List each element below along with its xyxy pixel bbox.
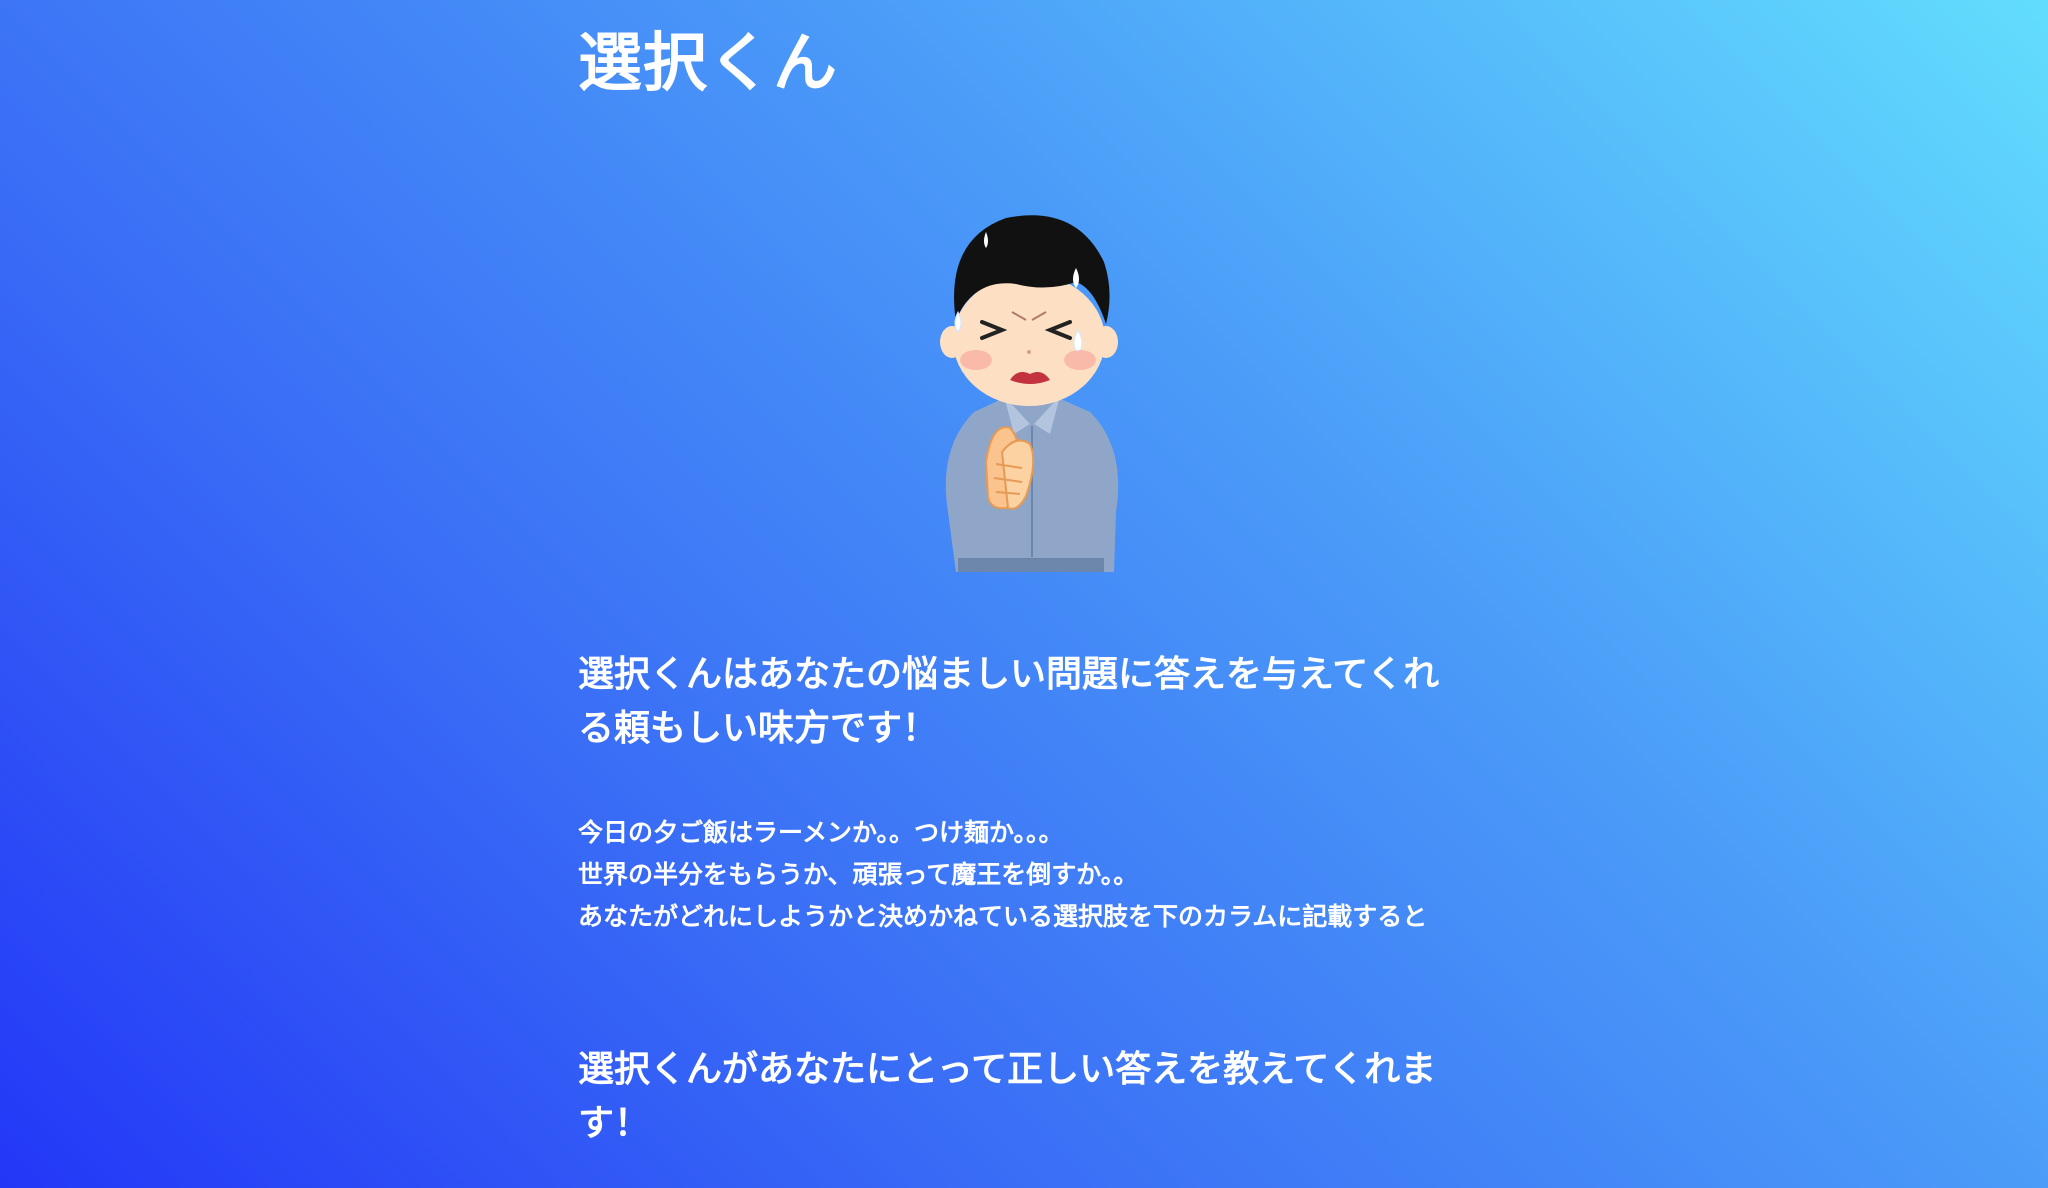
closing-message: 選択くんがあなたにとって正しい答えを教えてくれます！ [578,1049,1437,1144]
app-title: 選択くん [578,27,838,101]
worried-praying-man-icon [926,212,1136,576]
tagline: 選択くんはあなたの悩ましい問題に答えを与えてくれる頼もしい味方です！ [578,654,1440,749]
description: 今日の夕ご飯はラーメンか。。つけ麺か。。。 世界の半分をもらうか、頑張って魔王を… [578,812,1458,938]
description-line: あなたがどれにしようかと決めかねている選択肢を下のカラムに記載すると [578,902,1428,931]
description-line: 今日の夕ご飯はラーメンか。。つけ麺か。。。 [578,818,1064,847]
description-line: 世界の半分をもらうか、頑張って魔王を倒すか。。 [578,860,1139,889]
